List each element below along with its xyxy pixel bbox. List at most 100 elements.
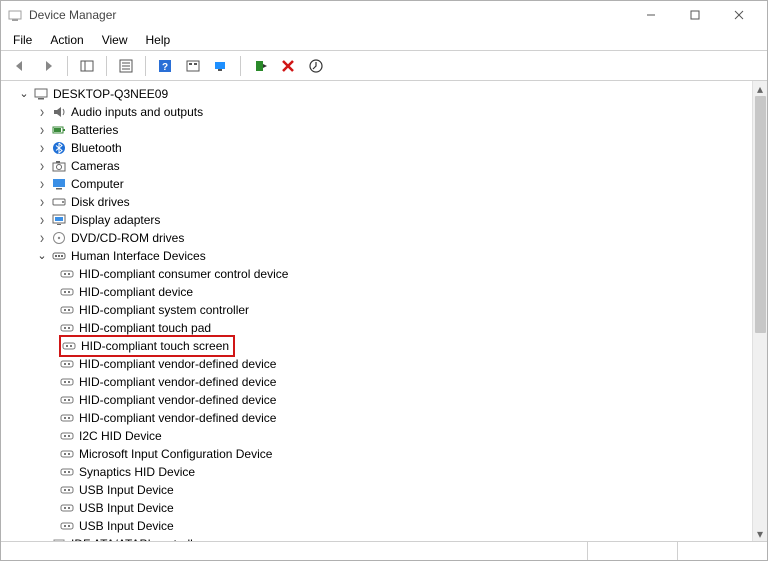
tree-item-device[interactable]: HID-compliant vendor-defined device — [1, 409, 752, 427]
bluetooth-icon — [51, 140, 67, 156]
chevron-right-icon[interactable] — [35, 195, 49, 209]
tree-item-label: HID-compliant vendor-defined device — [79, 373, 276, 391]
tree-item-label: Microsoft Input Configuration Device — [79, 445, 272, 463]
forward-button[interactable] — [37, 55, 59, 77]
tree-item-dvd[interactable]: DVD/CD-ROM drives — [1, 229, 752, 247]
menu-action[interactable]: Action — [48, 31, 85, 49]
chevron-right-icon[interactable] — [35, 159, 49, 173]
show-hide-tree-button[interactable] — [76, 55, 98, 77]
toolbar-separator — [145, 56, 146, 76]
tree-item-device[interactable]: I2C HID Device — [1, 427, 752, 445]
tree-item-label: Cameras — [71, 157, 120, 175]
controller-icon — [51, 536, 67, 541]
tree-item-display[interactable]: Display adapters — [1, 211, 752, 229]
tree-item-label: Computer — [71, 175, 124, 193]
tree-item-label: Batteries — [71, 121, 118, 139]
chevron-right-icon[interactable] — [35, 141, 49, 155]
tree-item-disk[interactable]: Disk drives — [1, 193, 752, 211]
tree-item-label: Audio inputs and outputs — [71, 103, 203, 121]
tree-item-device[interactable]: HID-compliant touch screen — [1, 337, 752, 355]
window-controls — [629, 1, 761, 29]
close-button[interactable] — [717, 1, 761, 29]
tree-item-label: Bluetooth — [71, 139, 122, 157]
chevron-right-icon[interactable] — [35, 123, 49, 137]
scroll-down-button[interactable]: ▾ — [753, 526, 768, 541]
tree-item-label: Human Interface Devices — [71, 247, 206, 265]
tree-item-label: HID-compliant system controller — [79, 301, 249, 319]
tree-item-device[interactable]: HID-compliant system controller — [1, 301, 752, 319]
monitor-icon — [51, 176, 67, 192]
tree-item-device[interactable]: HID-compliant vendor-defined device — [1, 373, 752, 391]
vertical-scrollbar[interactable]: ▴ ▾ — [752, 81, 767, 541]
app-icon — [7, 7, 23, 23]
device-manager-window: Device Manager File Action View Help ? — [0, 0, 768, 561]
tree-item-device[interactable]: HID-compliant consumer control device — [1, 265, 752, 283]
tree-item-device[interactable]: HID-compliant vendor-defined device — [1, 355, 752, 373]
scroll-thumb[interactable] — [755, 96, 766, 333]
scroll-up-button[interactable]: ▴ — [753, 81, 768, 96]
tree-item-label: HID-compliant consumer control device — [79, 265, 288, 283]
tree-item-label: IDF ATA/ATAPI controllers — [71, 535, 209, 541]
tree-item-hid[interactable]: Human Interface Devices — [1, 247, 752, 265]
tree-item-label: I2C HID Device — [79, 427, 162, 445]
tree-item-device[interactable]: HID-compliant device — [1, 283, 752, 301]
disc-icon — [51, 230, 67, 246]
tree-item-label: HID-compliant vendor-defined device — [79, 409, 276, 427]
device-icon — [59, 356, 75, 372]
tree-item-label: HID-compliant device — [79, 283, 193, 301]
toolbar-separator — [240, 56, 241, 76]
disk-icon — [51, 194, 67, 210]
tree-item-device[interactable]: HID-compliant vendor-defined device — [1, 391, 752, 409]
tree-item-label: HID-compliant touch screen — [81, 337, 229, 355]
tree-item-label: DVD/CD-ROM drives — [71, 229, 184, 247]
tree-item-device[interactable]: USB Input Device — [1, 517, 752, 535]
minimize-button[interactable] — [629, 1, 673, 29]
icon-view-button[interactable] — [182, 55, 204, 77]
tree-item-computer[interactable]: Computer — [1, 175, 752, 193]
update-driver-button[interactable] — [305, 55, 327, 77]
chevron-down-icon[interactable] — [35, 249, 49, 263]
device-icon — [59, 500, 75, 516]
tree-item-device[interactable]: USB Input Device — [1, 499, 752, 517]
chevron-down-icon[interactable] — [17, 87, 31, 101]
chevron-right-icon[interactable] — [35, 231, 49, 245]
device-icon — [59, 482, 75, 498]
tree-item-bluetooth[interactable]: Bluetooth — [1, 139, 752, 157]
tree-item-device[interactable]: Synaptics HID Device — [1, 463, 752, 481]
speaker-icon — [51, 104, 67, 120]
help-button[interactable]: ? — [154, 55, 176, 77]
hid-icon — [51, 248, 67, 264]
uninstall-button[interactable] — [277, 55, 299, 77]
svg-text:?: ? — [162, 62, 168, 73]
tree-root[interactable]: DESKTOP-Q3NEE09 — [1, 85, 752, 103]
status-cell — [677, 542, 767, 560]
tree-item-device[interactable]: Microsoft Input Configuration Device — [1, 445, 752, 463]
tree-item-ide[interactable]: IDF ATA/ATAPI controllers — [1, 535, 752, 541]
tree-item-batteries[interactable]: Batteries — [1, 121, 752, 139]
titlebar: Device Manager — [1, 1, 767, 29]
chevron-right-icon[interactable] — [35, 213, 49, 227]
scan-button[interactable] — [210, 55, 232, 77]
device-icon — [59, 374, 75, 390]
menu-file[interactable]: File — [11, 31, 34, 49]
camera-icon — [51, 158, 67, 174]
tree-item-device[interactable]: USB Input Device — [1, 481, 752, 499]
device-icon — [59, 266, 75, 282]
menu-view[interactable]: View — [100, 31, 130, 49]
chevron-right-icon[interactable] — [35, 537, 49, 541]
status-cell — [1, 542, 587, 560]
tree-item-label: HID-compliant vendor-defined device — [79, 391, 276, 409]
device-icon — [59, 392, 75, 408]
menu-help[interactable]: Help — [144, 31, 173, 49]
back-button[interactable] — [9, 55, 31, 77]
window-title: Device Manager — [29, 8, 629, 22]
chevron-right-icon[interactable] — [35, 177, 49, 191]
battery-icon — [51, 122, 67, 138]
enable-button[interactable] — [249, 55, 271, 77]
tree-item-audio[interactable]: Audio inputs and outputs — [1, 103, 752, 121]
maximize-button[interactable] — [673, 1, 717, 29]
chevron-right-icon[interactable] — [35, 105, 49, 119]
device-tree[interactable]: DESKTOP-Q3NEE09 Audio inputs and outputs… — [1, 81, 752, 541]
tree-item-cameras[interactable]: Cameras — [1, 157, 752, 175]
properties-button[interactable] — [115, 55, 137, 77]
